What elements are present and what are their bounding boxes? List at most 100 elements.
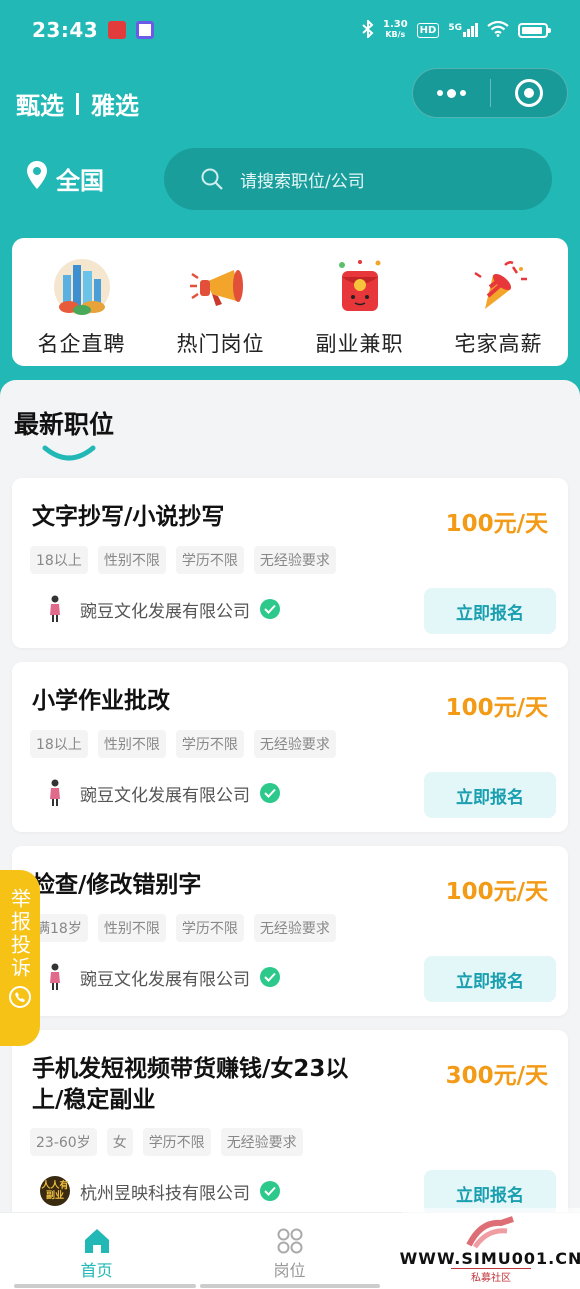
job-tags: 23-60岁 女 学历不限 无经验要求 [30, 1128, 303, 1156]
nav-home[interactable]: 首页 [0, 1213, 193, 1289]
net-speed-unit: KB/s [385, 30, 406, 39]
job-tag: 学历不限 [142, 1128, 211, 1156]
nav-indicator [200, 1284, 380, 1288]
red-envelope-icon [325, 256, 395, 318]
miniprogram-capsule [412, 68, 568, 118]
more-dots-icon [436, 88, 466, 98]
job-tag: 无经验要求 [253, 546, 336, 574]
apply-button[interactable]: 立即报名 [424, 956, 556, 1002]
category-card: 名企直聘 热门岗位 副业兼职 宅家高薪 [12, 238, 568, 366]
job-card[interactable]: 文字抄写/小说抄写 100元/天 18以上 性别不限 学历不限 无经验要求 豌豆… [12, 478, 568, 648]
search-icon [200, 167, 224, 191]
nav-indicator [14, 1284, 196, 1288]
job-pay: 100元/天 [445, 695, 548, 721]
category-label: 副业兼职 [315, 332, 404, 356]
category-hot-positions[interactable]: 热门岗位 [155, 256, 287, 358]
company-name: 豌豆文化发展有限公司 [80, 785, 250, 806]
category-side-jobs[interactable]: 副业兼职 [294, 256, 426, 358]
job-tag: 学历不限 [175, 730, 244, 758]
brand-right: 雅选 [91, 92, 139, 120]
report-label: 举报投诉 [7, 888, 32, 980]
job-pay: 100元/天 [445, 511, 548, 537]
status-time: 23:43 [32, 18, 99, 42]
job-tag: 无经验要求 [253, 730, 336, 758]
home-icon [82, 1225, 112, 1257]
job-tag: 性别不限 [97, 730, 166, 758]
category-label: 热门岗位 [176, 332, 265, 356]
job-tag: 性别不限 [97, 914, 166, 942]
status-bar: 23:43 1.30 KB/s HD 5G [0, 0, 580, 60]
location-label: 全国 [56, 166, 104, 195]
category-high-pay-home[interactable]: 宅家高薪 [433, 256, 565, 358]
section-title-underline [42, 445, 96, 461]
job-tags: 18以上 性别不限 学历不限 无经验要求 [30, 730, 336, 758]
close-miniprogram-button[interactable] [491, 69, 568, 117]
job-pay: 100元/天 [445, 879, 548, 905]
search-input[interactable]: 请搜索职位/公司 [164, 148, 552, 210]
report-complaint-button[interactable]: 举报投诉 [0, 870, 40, 1046]
category-famous-companies[interactable]: 名企直聘 [16, 256, 148, 358]
watermark-logo-icon [466, 1216, 514, 1249]
job-tag: 学历不限 [175, 546, 244, 574]
city-buildings-icon [47, 256, 117, 318]
net-speed: 1.30 KB/s [383, 20, 408, 40]
job-tag: 无经验要求 [253, 914, 336, 942]
job-title-line-1: 手机发短视频带货赚钱/女23以 [32, 1056, 349, 1082]
hd-badge: HD [416, 22, 440, 38]
job-title-line-2: 上/稳定副业 [32, 1087, 156, 1113]
target-icon [514, 79, 543, 107]
section-title: 最新职位 [14, 410, 115, 439]
job-title: 文字抄写/小说抄写 [32, 504, 225, 530]
company-info: 豌豆文化发展有限公司 [40, 962, 280, 992]
job-card[interactable]: 手机发短视频带货赚钱/女23以 上/稳定副业 300元/天 23-60岁 女 学… [12, 1030, 568, 1230]
net-speed-value: 1.30 [382, 19, 408, 30]
job-tag: 无经验要求 [220, 1128, 303, 1156]
company-avatar: 人人有副业 [40, 1176, 70, 1206]
company-info: 豌豆文化发展有限公司 [40, 594, 280, 624]
job-card[interactable]: 检查/修改错别字 100元/天 满18岁 性别不限 学历不限 无经验要求 豌豆文… [12, 846, 568, 1016]
watermark: WWW.SIMU001.CN 私募社区 [399, 1208, 580, 1284]
category-label: 名企直聘 [37, 332, 126, 356]
job-title: 检查/修改错别字 [32, 872, 202, 898]
nav-jobs[interactable]: 岗位 [193, 1213, 386, 1289]
job-card[interactable]: 小学作业批改 100元/天 18以上 性别不限 学历不限 无经验要求 豌豆文化发… [12, 662, 568, 832]
company-name: 豌豆文化发展有限公司 [80, 601, 250, 622]
phone-icon [9, 986, 31, 1008]
job-tag: 学历不限 [175, 914, 244, 942]
location-selector[interactable]: 全国 [26, 160, 104, 196]
company-avatar [40, 594, 70, 624]
signal-icon: 5G [448, 23, 478, 37]
verified-check-icon [260, 783, 280, 803]
signal-label: 5G [448, 23, 462, 33]
battery-icon [518, 22, 551, 38]
verified-check-icon [260, 599, 280, 619]
apply-button[interactable]: 立即报名 [424, 772, 556, 818]
company-info: 人人有副业 杭州昱映科技有限公司 [40, 1176, 280, 1206]
brand-left: 甄选 [16, 92, 64, 120]
job-tags: 满18岁 性别不限 学历不限 无经验要求 [30, 914, 336, 942]
bluetooth-icon [362, 18, 374, 41]
company-avatar [40, 778, 70, 808]
apply-button[interactable]: 立即报名 [424, 588, 556, 634]
location-pin-icon [26, 160, 48, 196]
verified-check-icon [260, 967, 280, 987]
brand-title: 甄选 雅选 [16, 86, 139, 121]
nav-home-label: 首页 [80, 1261, 113, 1280]
party-popper-icon [464, 256, 534, 318]
grid-icon [276, 1225, 304, 1257]
company-name: 豌豆文化发展有限公司 [80, 969, 250, 990]
watermark-sub: 私募社区 [451, 1268, 531, 1284]
more-button[interactable] [413, 69, 490, 117]
verified-check-icon [260, 1181, 280, 1201]
job-tag: 女 [106, 1128, 133, 1156]
nav-jobs-label: 岗位 [273, 1261, 306, 1280]
notification-app-icon [108, 21, 127, 39]
job-tag: 18以上 [30, 730, 88, 758]
job-tags: 18以上 性别不限 学历不限 无经验要求 [30, 546, 336, 574]
wifi-icon [487, 20, 509, 40]
job-tag: 性别不限 [97, 546, 166, 574]
category-label: 宅家高薪 [454, 332, 543, 356]
watermark-url: WWW.SIMU001.CN [399, 1249, 580, 1268]
search-placeholder: 请搜索职位/公司 [240, 171, 365, 192]
notification-app-icon-2 [136, 21, 155, 39]
